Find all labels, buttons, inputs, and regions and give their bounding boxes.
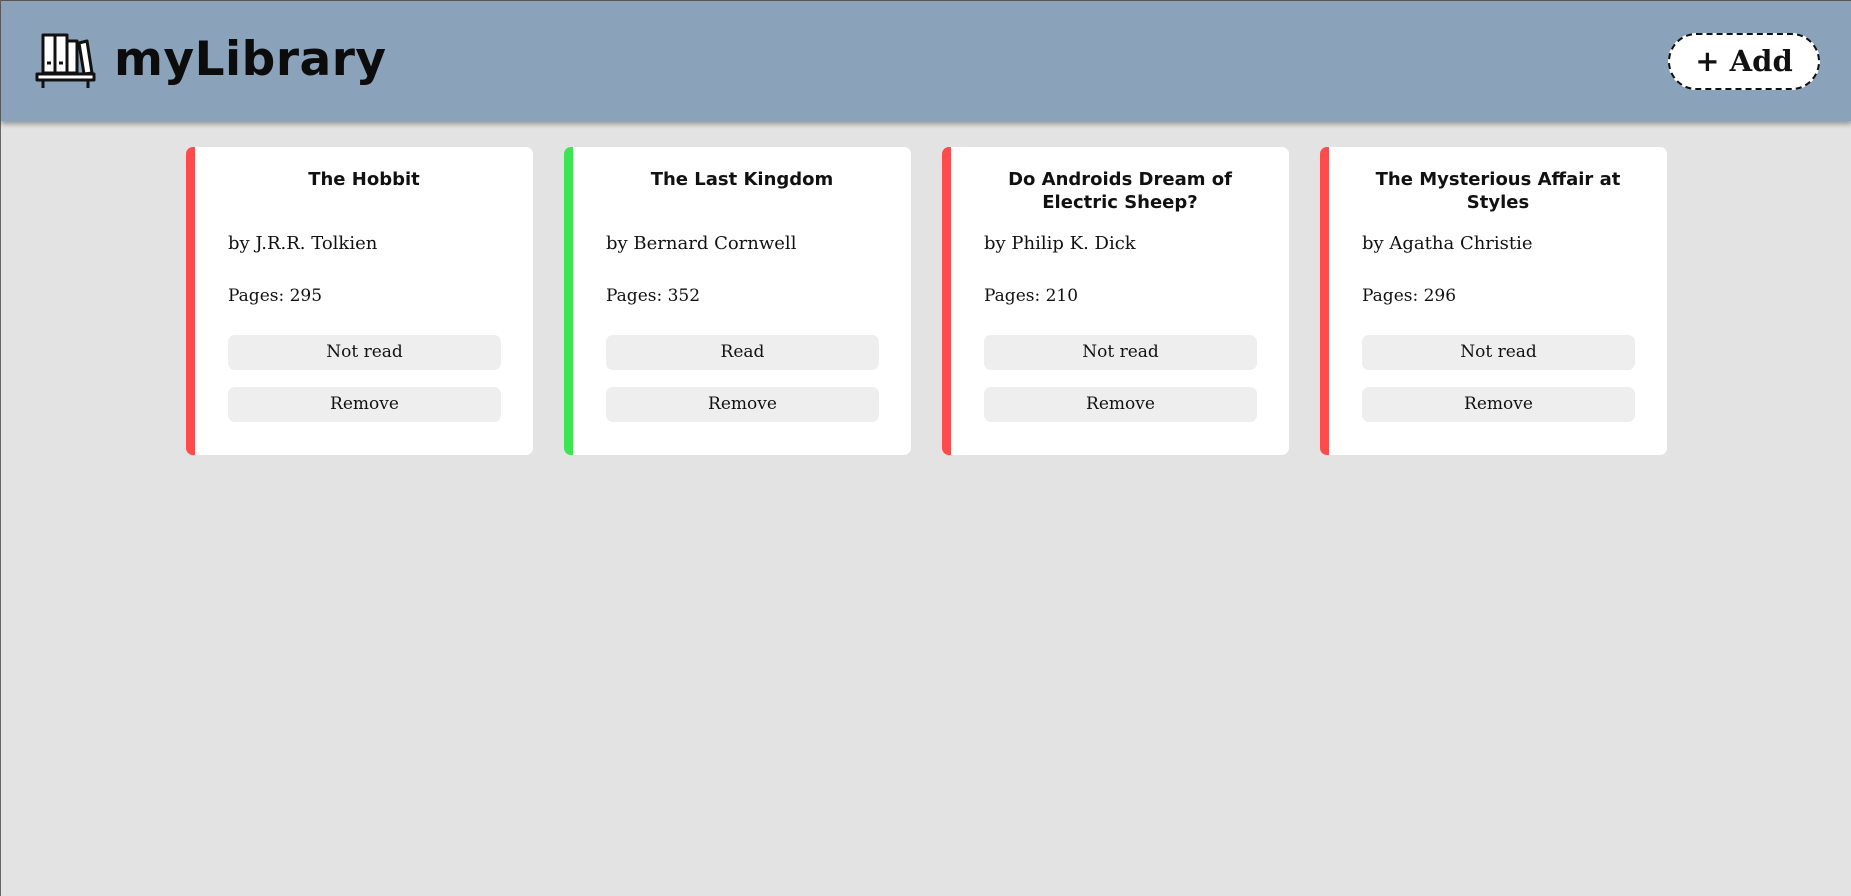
bookshelf-icon [35, 33, 96, 88]
book-pages: Pages: 352 [606, 286, 701, 306]
book-pages: Pages: 210 [984, 286, 1079, 306]
book-card: The Hobbit by J.R.R. Tolkien Pages: 295 … [186, 147, 533, 455]
read-status-button[interactable]: Not read [984, 335, 1257, 370]
remove-button[interactable]: Remove [984, 387, 1257, 422]
read-status-button[interactable]: Not read [228, 335, 501, 370]
read-status-button[interactable]: Not read [1362, 335, 1635, 370]
remove-button[interactable]: Remove [228, 387, 501, 422]
book-title: Do Androids Dream of Electric Sheep? [1008, 169, 1232, 213]
book-author: by Bernard Cornwell [606, 233, 797, 254]
book-author: by Philip K. Dick [984, 233, 1136, 254]
book-card: The Last Kingdom by Bernard Cornwell Pag… [564, 147, 911, 455]
add-book-button[interactable]: + Add [1668, 33, 1820, 90]
app-header: myLibrary + Add [1, 0, 1851, 121]
book-title: The Mysterious Affair at Styles [1375, 169, 1621, 213]
book-card-grid: The Hobbit by J.R.R. Tolkien Pages: 295 … [186, 147, 1667, 457]
book-card: The Mysterious Affair at Styles by Agath… [1320, 147, 1667, 455]
remove-button[interactable]: Remove [606, 387, 879, 422]
app-title: myLibrary [114, 32, 387, 87]
book-author: by J.R.R. Tolkien [228, 233, 378, 254]
read-status-button[interactable]: Read [606, 335, 879, 370]
book-pages: Pages: 296 [1362, 286, 1457, 306]
book-card: Do Androids Dream of Electric Sheep? by … [942, 147, 1289, 455]
book-title: The Last Kingdom [650, 169, 834, 190]
book-author: by Agatha Christie [1362, 233, 1533, 254]
book-title: The Hobbit [308, 169, 420, 190]
book-pages: Pages: 295 [228, 286, 323, 306]
remove-button[interactable]: Remove [1362, 387, 1635, 422]
